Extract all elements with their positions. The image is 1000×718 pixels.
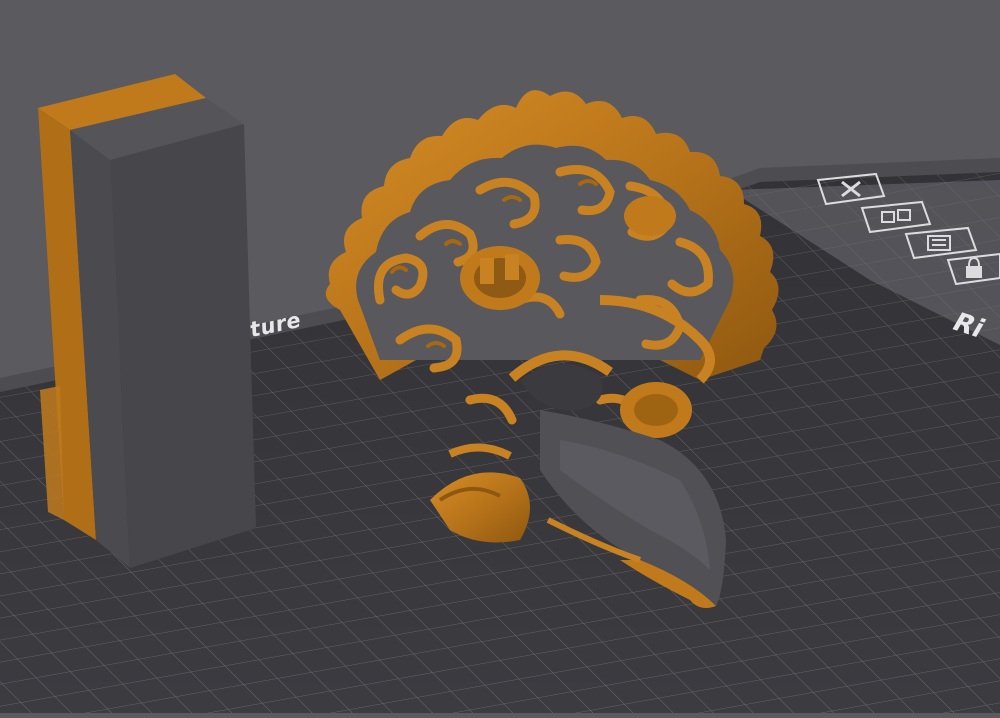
lock-icon [946,252,1000,286]
3d-viewport[interactable]: ture Ri [0,0,1000,713]
wipe-tower[interactable] [38,74,256,568]
plate-lock-button[interactable] [944,252,1000,293]
scene-canvas[interactable] [0,0,1000,713]
